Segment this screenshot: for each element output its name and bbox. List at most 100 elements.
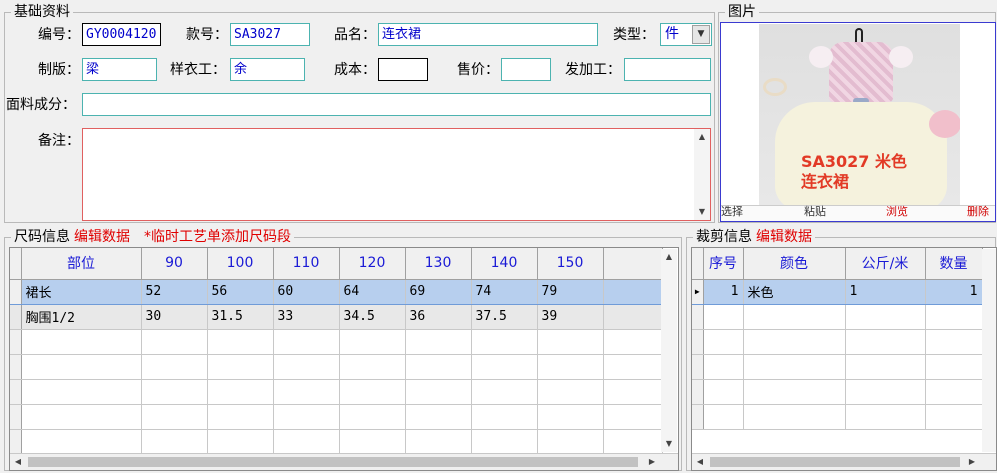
table-cell[interactable] [471,354,538,380]
fabric-field[interactable] [82,93,711,116]
table-cell[interactable] [471,404,538,430]
scroll-up-icon[interactable]: ▲ [694,129,710,145]
table-cell[interactable]: 60 [273,278,340,305]
table-cell[interactable]: 米色 [743,278,846,305]
type-select[interactable]: 件 ▼ [660,23,712,46]
table-cell[interactable] [405,354,472,380]
size-edit-link[interactable]: 编辑数据 [74,229,130,245]
table-cell[interactable] [207,404,274,430]
table-cell[interactable] [925,404,983,430]
processor-field[interactable] [624,58,711,81]
table-row[interactable]: 裙长 52 56 60 64 69 74 79 [10,278,663,305]
row-indicator[interactable] [10,329,22,355]
table-cell[interactable] [603,429,663,455]
col-header-100[interactable]: 100 [207,248,274,280]
table-cell[interactable] [703,404,744,430]
name-field[interactable]: 连衣裙 [378,23,598,46]
table-cell[interactable] [273,354,340,380]
photo-browse-button[interactable]: 浏览 [886,205,908,218]
cut-edit-link[interactable]: 编辑数据 [756,229,812,245]
row-indicator[interactable] [10,354,22,380]
table-cell[interactable] [273,429,340,455]
table-cell[interactable] [603,354,663,380]
scrollbar-thumb[interactable] [28,457,638,467]
table-cell[interactable] [207,354,274,380]
table-cell[interactable] [603,278,663,305]
table-row[interactable] [10,379,663,405]
cut-grid[interactable]: 序号 颜色 公斤/米 数量 ▶ 1 米色 1 1 ◀ ▶ [691,247,997,471]
table-cell[interactable] [537,404,604,430]
table-row[interactable] [692,404,983,430]
table-cell[interactable] [845,354,926,380]
scroll-left-icon[interactable]: ◀ [692,454,708,470]
table-cell[interactable] [273,404,340,430]
price-field[interactable] [501,58,551,81]
table-cell[interactable] [339,429,406,455]
table-cell[interactable] [537,329,604,355]
table-cell[interactable]: 裙长 [21,278,142,305]
table-cell[interactable] [743,404,846,430]
col-header-part[interactable]: 部位 [21,248,142,280]
table-cell[interactable] [141,429,208,455]
col-header-color[interactable]: 颜色 [743,248,846,280]
size-temp-note[interactable]: *临时工艺单添加尺码段 [144,229,291,245]
table-cell[interactable] [273,379,340,405]
col-header-90[interactable]: 90 [141,248,208,280]
table-cell[interactable] [273,329,340,355]
table-cell[interactable]: 30 [141,304,208,330]
table-cell[interactable] [845,379,926,405]
row-indicator[interactable] [692,354,704,380]
table-cell[interactable] [21,404,142,430]
table-cell[interactable]: 33 [273,304,340,330]
col-header-kg-per-meter[interactable]: 公斤/米 [845,248,926,280]
table-cell[interactable] [471,429,538,455]
table-cell[interactable] [743,354,846,380]
scroll-left-icon[interactable]: ◀ [10,454,26,470]
table-cell[interactable] [537,379,604,405]
table-cell[interactable]: 1 [845,278,926,305]
table-cell[interactable] [405,329,472,355]
table-cell[interactable] [603,404,663,430]
product-photo[interactable]: SA3027 米色 连衣裙 [759,24,960,207]
code-field[interactable]: GY0004120 [82,23,161,46]
col-header-quantity[interactable]: 数量 [925,248,983,280]
notes-textarea[interactable] [82,128,711,221]
row-indicator[interactable] [10,429,22,455]
size-grid-vscrollbar[interactable]: ▲ ▼ [661,249,677,452]
row-indicator[interactable] [692,329,704,355]
table-cell[interactable]: 64 [339,278,406,305]
table-cell[interactable]: 胸围1/2 [21,304,142,330]
table-row[interactable] [692,379,983,405]
photo-delete-button[interactable]: 删除 [967,205,989,218]
col-header-index[interactable]: 序号 [703,248,744,280]
table-cell[interactable] [207,429,274,455]
photo-select-button[interactable]: 选择 [721,205,743,218]
table-cell[interactable] [339,379,406,405]
table-cell[interactable]: 39 [537,304,604,330]
table-cell[interactable] [471,379,538,405]
col-header-120[interactable]: 120 [339,248,406,280]
cut-grid-hscrollbar[interactable]: ◀ ▶ [692,453,996,470]
row-indicator[interactable] [10,278,22,305]
col-header-140[interactable]: 140 [471,248,538,280]
table-cell[interactable] [845,404,926,430]
table-cell[interactable] [703,329,744,355]
table-row[interactable] [692,354,983,380]
table-cell[interactable]: 37.5 [471,304,538,330]
scroll-down-icon[interactable]: ▼ [694,204,710,220]
table-cell[interactable]: 52 [141,278,208,305]
table-cell[interactable] [207,329,274,355]
row-indicator[interactable] [692,379,704,405]
table-cell[interactable] [845,329,926,355]
table-cell[interactable] [141,329,208,355]
table-cell[interactable] [925,304,983,330]
table-row[interactable] [692,304,983,330]
pattern-field[interactable]: 梁 [82,58,157,81]
current-row-icon[interactable]: ▶ [692,278,704,305]
table-cell[interactable]: 34.5 [339,304,406,330]
table-cell[interactable] [845,304,926,330]
table-cell[interactable] [743,379,846,405]
size-grid-hscrollbar[interactable]: ◀ ▶ [10,453,678,470]
table-cell[interactable] [925,354,983,380]
table-cell[interactable] [925,379,983,405]
